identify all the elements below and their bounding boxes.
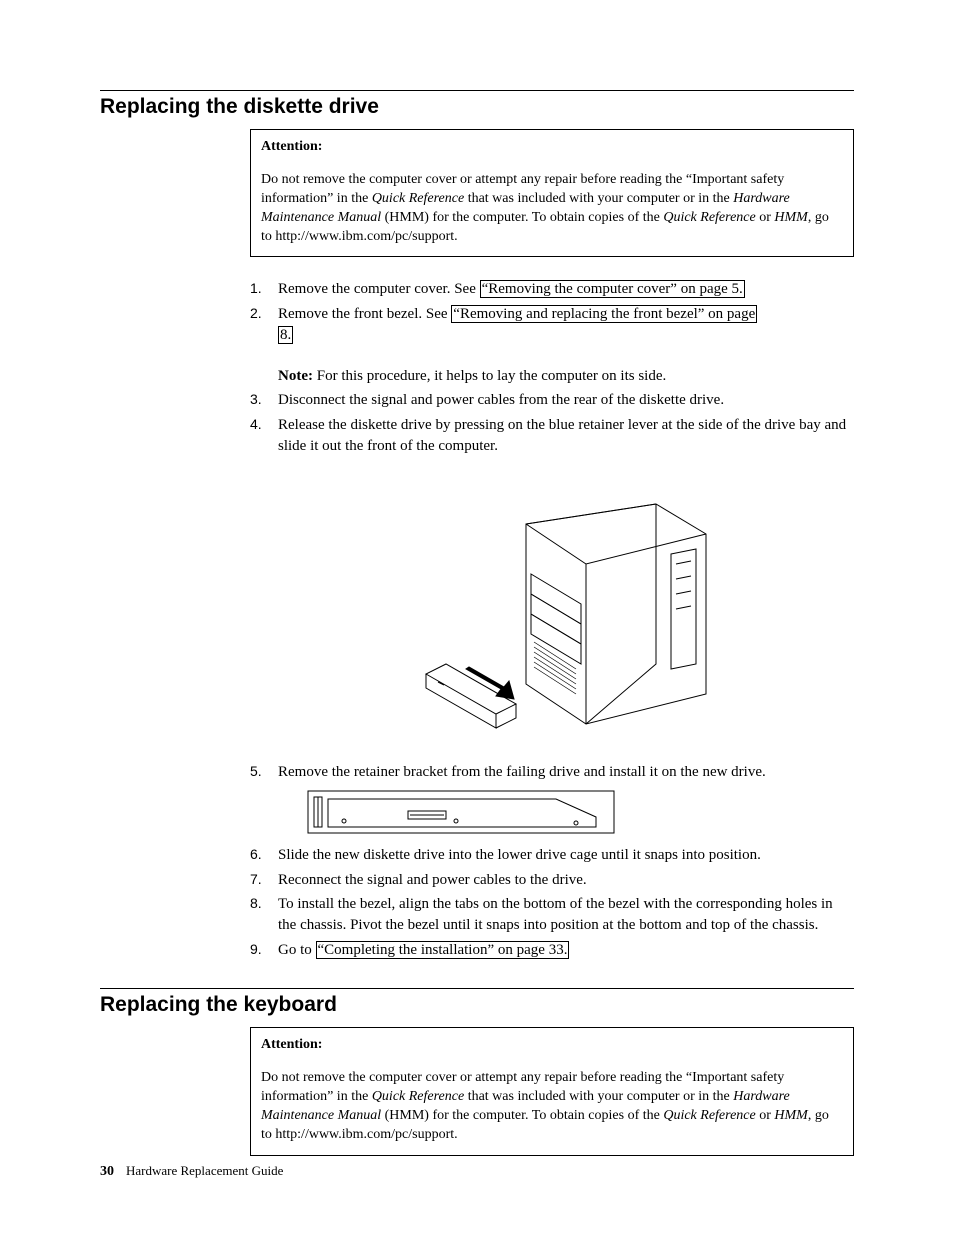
note: Note: For this procedure, it helps to la… [278,366,854,387]
section-heading-diskette: Replacing the diskette drive [100,95,854,119]
attention-box-2: Attention: Do not remove the computer co… [250,1027,854,1155]
step-4: 4.Release the diskette drive by pressing… [250,415,854,754]
link-completing-installation[interactable]: “Completing the installation” on page 33… [316,941,570,959]
attention-label-2: Attention: [261,1036,843,1055]
step-3: 3.Disconnect the signal and power cables… [250,390,854,411]
step-7: 7.Reconnect the signal and power cables … [250,870,854,891]
step-1: 1. Remove the computer cover. See “Remov… [250,279,854,300]
page-footer: 30 Hardware Replacement Guide [100,1163,283,1180]
step-6: 6.Slide the new diskette drive into the … [250,845,854,866]
figure-retainer-bracket [306,789,616,835]
attention-label: Attention: [261,138,843,157]
figure-computer-case [396,474,736,754]
attention-box-1: Attention: Do not remove the computer co… [250,129,854,257]
link-front-bezel[interactable]: “Removing and replacing the front bezel”… [451,305,757,323]
step-9: 9. Go to “Completing the installation” o… [250,940,854,961]
steps-list: 1. Remove the computer cover. See “Remov… [250,279,854,960]
step-2: 2. Remove the front bezel. See “Removing… [250,304,854,386]
section-heading-keyboard: Replacing the keyboard [100,993,854,1017]
footer-title: Hardware Replacement Guide [126,1163,283,1178]
link-front-bezel-page[interactable]: 8. [278,326,293,344]
step-5: 5.Remove the retainer bracket from the f… [250,762,854,835]
attention-text-2: Do not remove the computer cover or atte… [261,1070,829,1142]
attention-text: Do not remove the computer cover or atte… [261,172,829,244]
page-number: 30 [100,1164,114,1179]
step-8: 8.To install the bezel, align the tabs o… [250,894,854,935]
link-removing-cover[interactable]: “Removing the computer cover” on page 5. [480,280,745,298]
